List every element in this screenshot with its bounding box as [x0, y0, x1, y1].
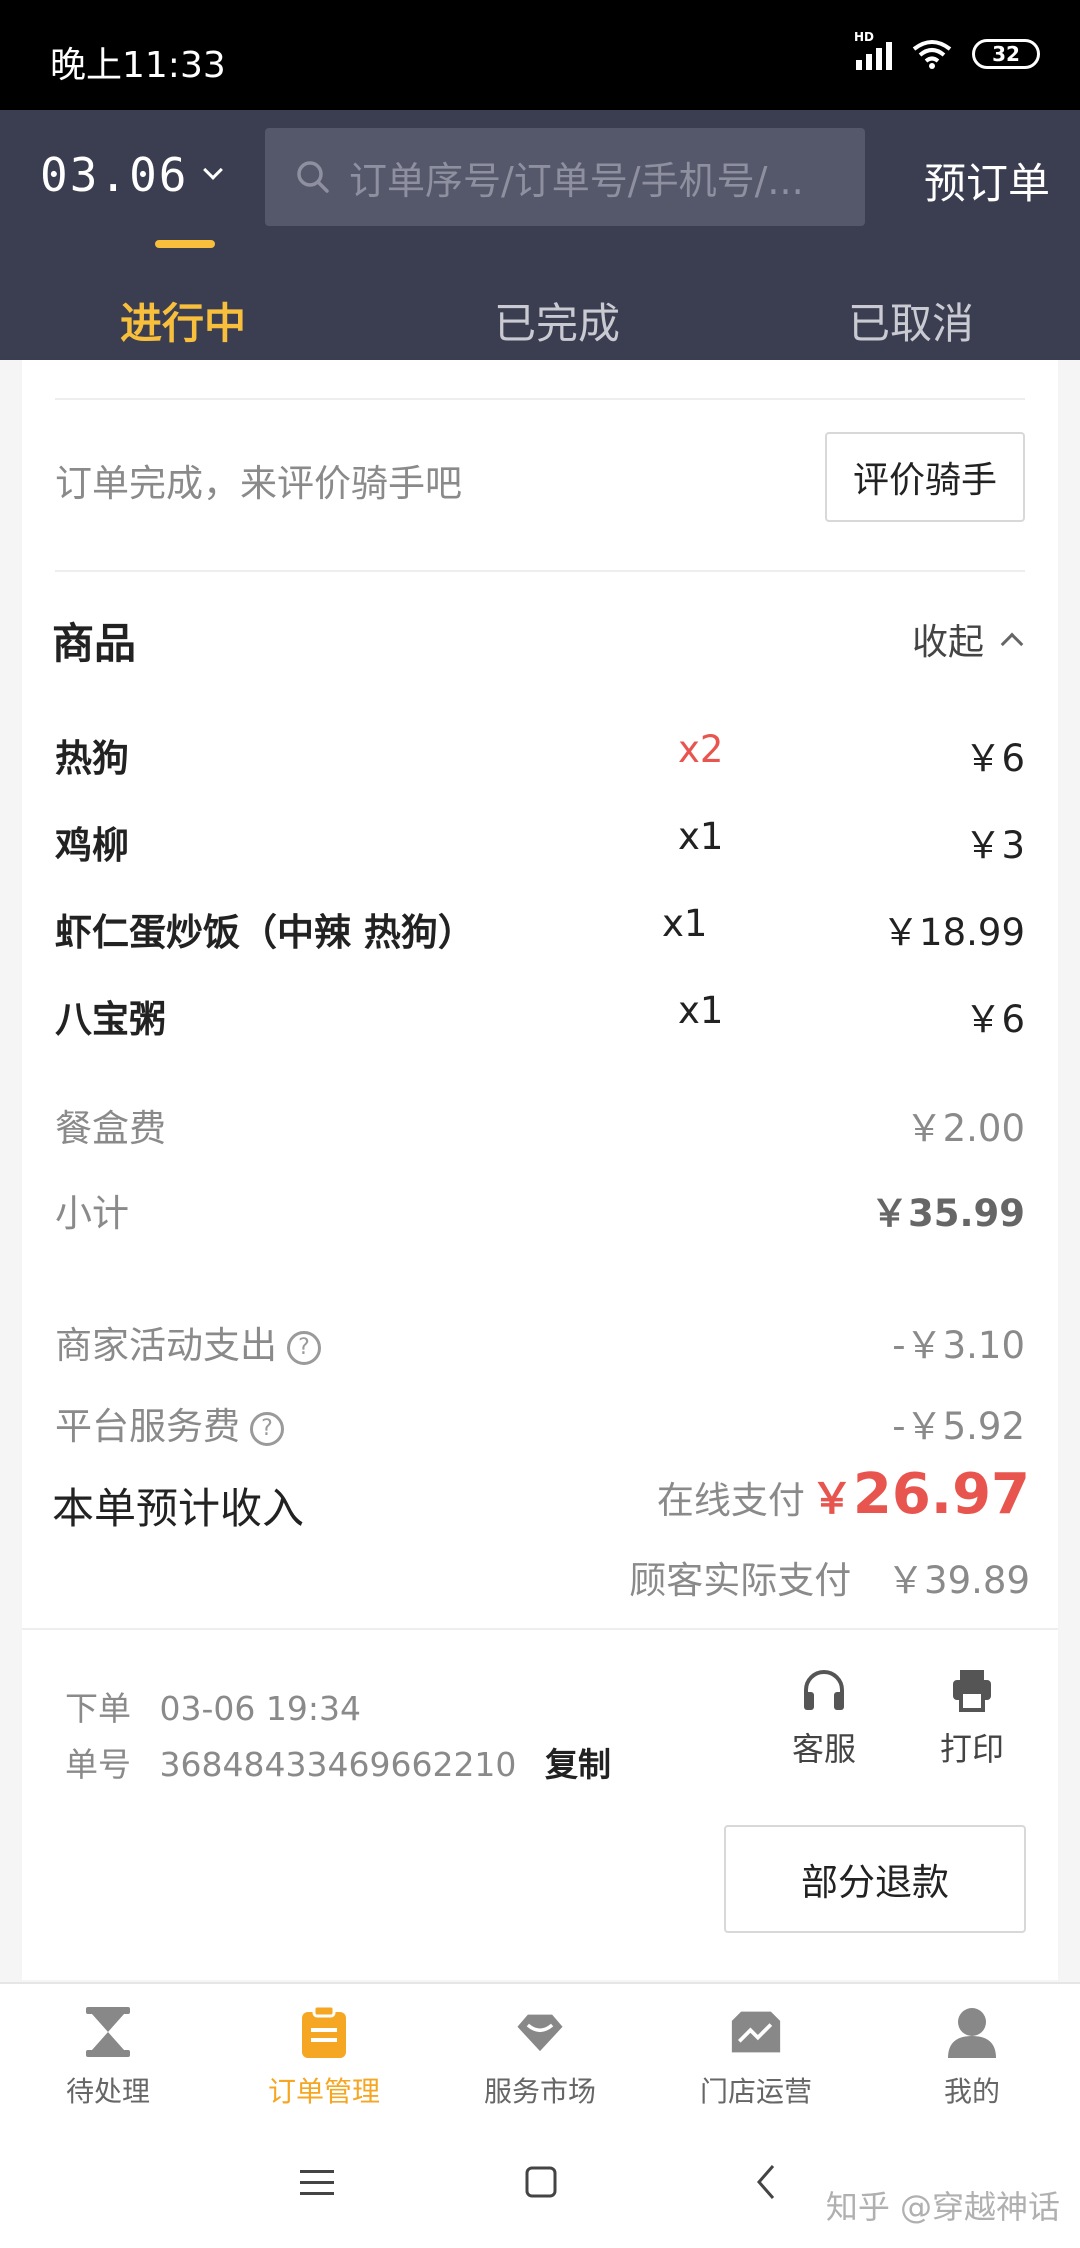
chart-icon [730, 2006, 782, 2058]
item-name: 虾仁蛋炒饭（中辣 热狗） [55, 911, 475, 954]
order-number-label: 单号 [65, 1745, 131, 1784]
divider [55, 398, 1025, 400]
customer-paid-row: 顾客实际支付 ￥39.89 [629, 1550, 1030, 1604]
nav-pending[interactable]: 待处理 [28, 2006, 188, 2110]
search-placeholder: 订单序号/订单号/手机号/... [349, 158, 804, 203]
estimated-income-label: 本单预计收入 [52, 1484, 305, 1533]
collapse-label: 收起 [912, 622, 985, 663]
nav-service-market[interactable]: 服务市场 [460, 2006, 620, 2110]
item-name: 八宝粥 [55, 998, 166, 1041]
nav-me[interactable]: 我的 [892, 2006, 1052, 2110]
item-name: 热狗 [55, 737, 129, 780]
order-tabs: 进行中 已完成 已取消 [0, 260, 1080, 360]
income-value: 26.97 [852, 1462, 1030, 1527]
customer-paid-label: 顾客实际支付 [629, 1559, 852, 1602]
signal-icon: HD [854, 30, 892, 70]
divider [55, 570, 1025, 572]
app-header: 03.06 订单序号/订单号/手机号/... 预订单 进行中 已完成 已取消 [0, 110, 1080, 360]
divider [22, 1628, 1058, 1630]
nav-store-ops[interactable]: 门店运营 [676, 2006, 836, 2110]
copy-button[interactable]: 复制 [545, 1745, 611, 1784]
home-icon[interactable] [525, 2166, 557, 2198]
item-qty: x1 [662, 902, 708, 945]
nav-me-label: 我的 [943, 2075, 1000, 2108]
income-currency: ￥ [810, 1474, 853, 1523]
tab-completed[interactable]: 已完成 [494, 290, 620, 351]
bottom-nav: 待处理 订单管理 服务市场 门店运营 我的 [0, 1982, 1080, 2120]
order-number-value: 36848433469662210 [159, 1745, 517, 1784]
platform-fee-row: 平台服务费? [55, 1396, 284, 1450]
nav-store-ops-label: 门店运营 [699, 2075, 812, 2108]
back-icon[interactable] [755, 2164, 777, 2200]
status-time: 晚上11:33 [50, 45, 226, 86]
battery-level: 32 [992, 42, 1020, 66]
printer-icon [953, 1670, 991, 1712]
box-fee-value: ￥2.00 [905, 1107, 1025, 1150]
item-qty: x1 [678, 989, 724, 1032]
nav-orders[interactable]: 订单管理 [244, 2006, 404, 2110]
nav-orders-label: 订单管理 [267, 2075, 380, 2108]
merchant-activity-value: -￥3.10 [892, 1324, 1025, 1367]
headset-icon [804, 1670, 844, 1710]
rate-rider-prompt: 订单完成，来评价骑手吧 [55, 462, 462, 505]
system-nav-bar: 知乎 @穿越神话 [0, 2120, 1080, 2248]
merchant-activity-label: 商家活动支出 [55, 1324, 277, 1367]
tab-in-progress[interactable]: 进行中 [120, 290, 246, 351]
subtotal-label: 小计 [55, 1192, 129, 1235]
market-icon [514, 2006, 566, 2058]
wifi-icon [912, 40, 952, 69]
customer-service-button[interactable]: 客服 [792, 1668, 856, 1770]
print-label: 打印 [940, 1730, 1005, 1768]
item-price: ￥6 [964, 998, 1025, 1041]
box-fee-label: 餐盒费 [55, 1107, 166, 1150]
rate-rider-button[interactable]: 评价骑手 [825, 432, 1025, 522]
item-name: 鸡柳 [55, 824, 129, 867]
menu-icon[interactable] [300, 2168, 334, 2198]
partial-refund-button[interactable]: 部分退款 [724, 1825, 1026, 1933]
search-input[interactable]: 订单序号/订单号/手机号/... [265, 128, 865, 226]
item-price: ￥18.99 [882, 911, 1025, 954]
active-tab-indicator [155, 240, 215, 248]
customer-paid-value: ￥39.89 [887, 1559, 1030, 1602]
item-price: ￥3 [964, 824, 1025, 867]
preorder-button[interactable]: 预订单 [924, 150, 1050, 211]
platform-fee-value: -￥5.92 [892, 1405, 1025, 1448]
item-qty: x1 [678, 815, 724, 858]
nav-service-market-label: 服务市场 [483, 2075, 596, 2108]
platform-fee-label: 平台服务费 [55, 1405, 240, 1448]
order-time-value: 03-06 19:34 [159, 1689, 361, 1728]
order-time-label: 下单 [65, 1689, 131, 1728]
date-selector[interactable]: 03.06 [40, 148, 224, 202]
status-bar: 晚上11:33 HD 32 [0, 0, 1080, 110]
item-price: ￥6 [964, 737, 1025, 780]
person-icon [946, 2006, 998, 2058]
print-button[interactable]: 打印 [940, 1668, 1004, 1770]
subtotal-value: ￥35.99 [870, 1192, 1025, 1235]
help-icon[interactable]: ? [250, 1411, 284, 1446]
hourglass-icon [82, 2006, 134, 2058]
chevron-up-icon [1000, 632, 1024, 656]
customer-service-label: 客服 [792, 1730, 857, 1768]
tab-cancelled[interactable]: 已取消 [848, 290, 974, 351]
collapse-button[interactable]: 收起 [912, 613, 1024, 665]
order-number-row: 单号 36848433469662210 复制 [65, 1738, 611, 1786]
order-card: 订单完成，来评价骑手吧 评价骑手 商品 收起 热狗 x2 ￥6 鸡柳 x1 ￥3… [22, 360, 1058, 1980]
chevron-down-icon [203, 160, 224, 180]
merchant-activity-row: 商家活动支出? [55, 1315, 321, 1369]
online-payment-label: 在线支付 [656, 1479, 805, 1522]
estimated-income: 在线支付 ￥ 26.97 [657, 1462, 1030, 1527]
help-icon[interactable]: ? [287, 1330, 321, 1365]
clipboard-icon [298, 2006, 350, 2058]
item-qty: x2 [678, 728, 724, 771]
goods-title: 商品 [52, 619, 137, 668]
search-icon [297, 161, 329, 193]
order-time-row: 下单 03-06 19:34 [65, 1682, 361, 1730]
battery-icon: 32 [972, 39, 1040, 69]
watermark: 知乎 @穿越神话 [825, 2188, 1060, 2226]
status-icons: HD 32 [854, 30, 1040, 70]
nav-pending-label: 待处理 [65, 2075, 150, 2108]
date-label: 03.06 [40, 148, 189, 202]
